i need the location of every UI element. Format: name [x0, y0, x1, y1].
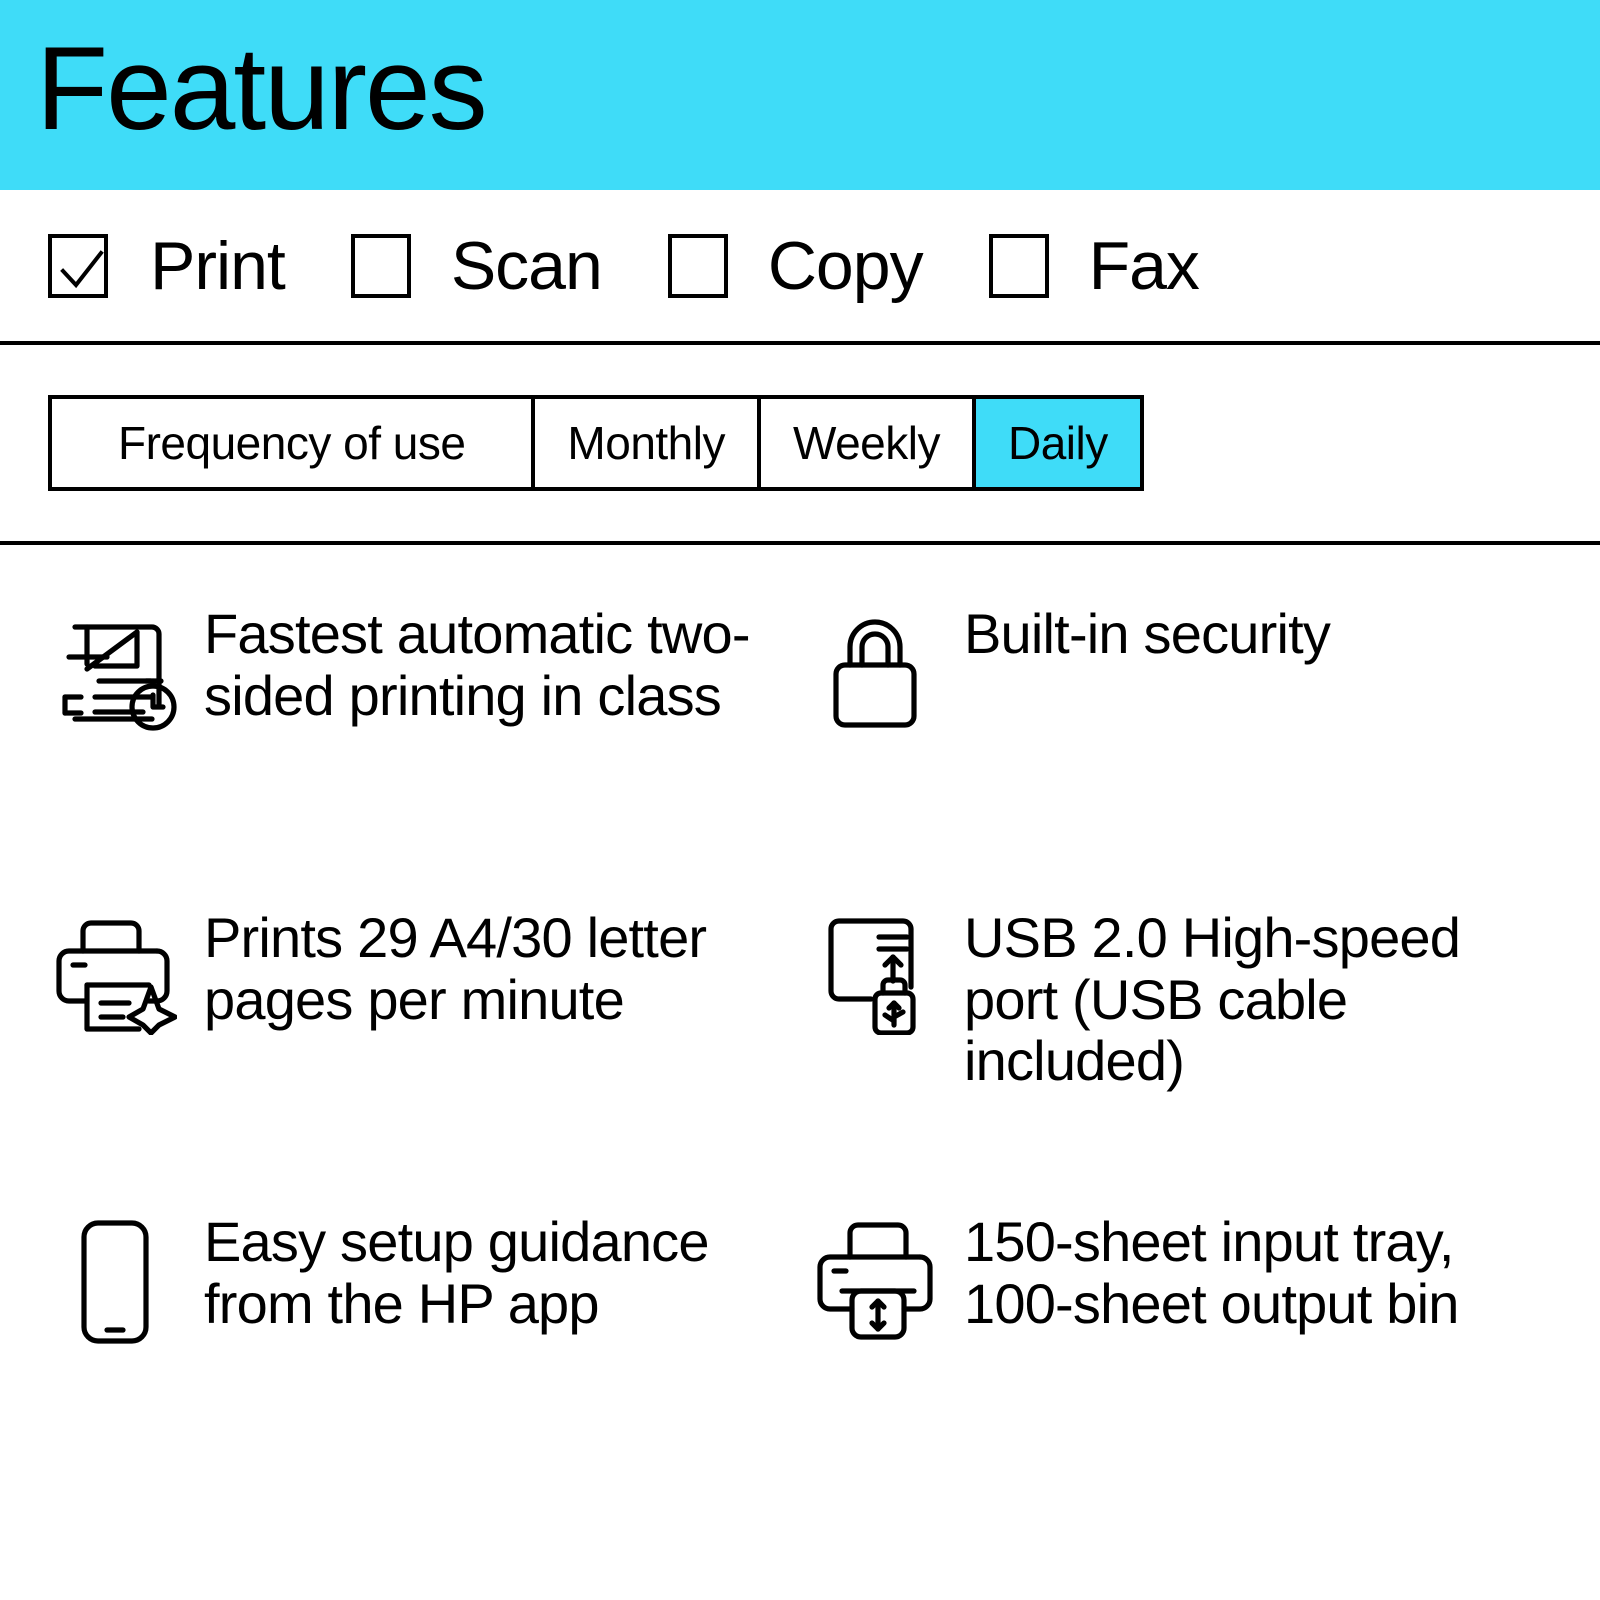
frequency-option-weekly[interactable]: Weekly [761, 399, 976, 487]
feature-text: 150-sheet input tray, 100-sheet output b… [964, 1210, 1459, 1335]
feature-item: USB 2.0 High-speed port (USB cable inclu… [800, 883, 1560, 1187]
features-header-band: Features [0, 0, 1600, 190]
padlock-icon [800, 603, 950, 731]
usb-port-icon [800, 907, 950, 1035]
feature-item: Easy setup guidance from the HP app [40, 1187, 800, 1441]
printer-sparkle-icon [40, 907, 190, 1035]
capability-copy[interactable]: Copy [667, 227, 924, 304]
capability-print[interactable]: Print [48, 227, 286, 304]
page-title: Features [36, 23, 488, 155]
checkbox-unchecked-icon[interactable] [350, 233, 411, 298]
capability-label-print: Print [150, 227, 286, 304]
paper-tray-capacity-icon [800, 1211, 950, 1343]
feature-item: Prints 29 A4/30 letter pages per minute [40, 883, 800, 1187]
frequency-option-daily[interactable]: Daily [975, 399, 1140, 487]
feature-text: Prints 29 A4/30 letter pages per minute [204, 906, 707, 1031]
feature-text: Easy setup guidance from the HP app [204, 1210, 710, 1335]
frequency-option-monthly[interactable]: Monthly [535, 399, 761, 487]
capability-checkbox-row: Print Scan Copy Fax [0, 190, 1600, 345]
feature-item: Built-in security [800, 579, 1560, 883]
capability-label-copy: Copy [767, 227, 924, 304]
frequency-of-use-row: Frequency of use Monthly Weekly Daily [0, 345, 1600, 545]
frequency-segmented-control[interactable]: Frequency of use Monthly Weekly Daily [48, 395, 1144, 491]
fast-duplex-print-icon [40, 603, 190, 731]
feature-text: Built-in security [964, 602, 1331, 665]
capability-label-scan: Scan [450, 227, 603, 304]
capability-label-fax: Fax [1088, 227, 1200, 304]
feature-item: 150-sheet input tray, 100-sheet output b… [800, 1187, 1560, 1441]
checkbox-unchecked-icon[interactable] [988, 233, 1049, 298]
capability-fax[interactable]: Fax [988, 227, 1200, 304]
feature-item: Fastest automatic two-sided printing in … [40, 579, 800, 883]
feature-text: Fastest automatic two-sided printing in … [204, 602, 751, 727]
smartphone-icon [40, 1211, 190, 1347]
checkbox-checked-icon[interactable] [48, 233, 108, 298]
capability-scan[interactable]: Scan [350, 227, 603, 304]
feature-grid: Fastest automatic two-sided printing in … [0, 545, 1600, 1441]
checkbox-unchecked-icon[interactable] [667, 233, 728, 298]
feature-text: USB 2.0 High-speed port (USB cable inclu… [964, 906, 1461, 1093]
frequency-control-label: Frequency of use [52, 399, 536, 487]
